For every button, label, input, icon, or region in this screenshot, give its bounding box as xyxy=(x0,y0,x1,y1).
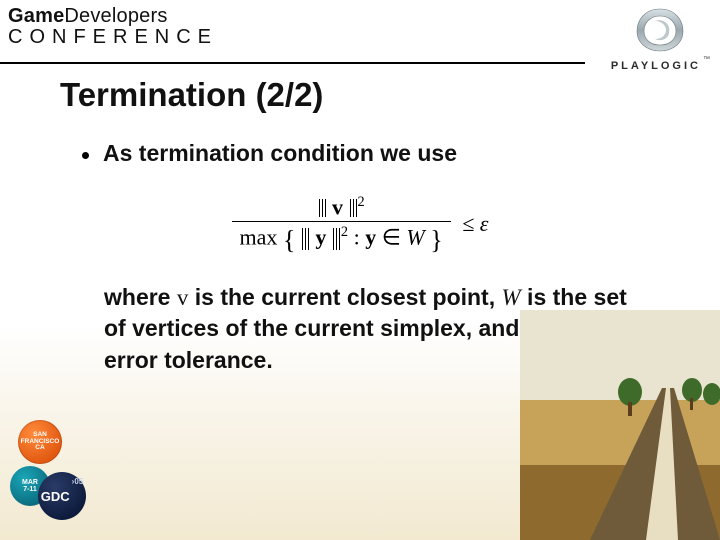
playlogic-word: PLAYLOGIC xyxy=(611,60,701,72)
badge-gdc-text: GDC xyxy=(41,490,70,503)
norm-bar-icon xyxy=(336,228,340,250)
left-brace-icon: { xyxy=(283,226,295,255)
slide-title: Termination (2/2) xyxy=(60,76,660,114)
numerator: v 2 xyxy=(232,195,451,222)
norm-bar-icon xyxy=(322,199,326,217)
conference-badges: SAN FRANCISCO CA MAR 7-11 GDC ›05 xyxy=(10,420,88,530)
max-label: max xyxy=(240,225,278,250)
leq-symbol: ≤ xyxy=(462,211,480,236)
denominator: max { y 2 : y ∈ W } xyxy=(232,222,451,253)
gdc-logo-line1: GameDevelopers xyxy=(8,6,218,27)
road-scene-icon xyxy=(520,310,720,540)
badge-year: ›05 xyxy=(72,478,84,486)
exponent-2: 2 xyxy=(358,194,365,210)
bullet-dot-icon xyxy=(82,152,89,159)
relation-and-epsilon: ≤ ε xyxy=(462,213,488,235)
formula-set-W: W xyxy=(406,225,424,250)
norm-bar-icon xyxy=(353,199,357,217)
formula-v: v xyxy=(332,194,343,219)
playlogic-text: PLAYLOGIC™ xyxy=(611,56,710,74)
exponent-2b: 2 xyxy=(341,224,348,240)
badge-days: 7-11 xyxy=(23,486,37,493)
fraction: v 2 max { y 2 : y ∈ W } xyxy=(232,195,451,254)
bullet-item: As termination condition we use xyxy=(60,140,660,167)
playlogic-mark-icon xyxy=(633,6,687,54)
epsilon-symbol: ε xyxy=(480,211,489,236)
playlogic-logo: PLAYLOGIC™ xyxy=(611,6,710,74)
colon-sep: : xyxy=(354,225,366,250)
sym-W: W xyxy=(502,285,521,310)
formula: v 2 max { y 2 : y ∈ W } ≤ ε xyxy=(232,195,489,254)
gdc-logo: GameDevelopers Conference xyxy=(8,6,218,48)
member-of: ∈ xyxy=(382,225,407,250)
gdc-word-developers: Developers xyxy=(64,5,167,27)
badge-gdc: GDC ›05 xyxy=(38,472,86,520)
norm-bar-icon xyxy=(305,228,309,250)
trademark-symbol: ™ xyxy=(703,56,710,63)
sym-v: v xyxy=(177,285,189,310)
para-text: where xyxy=(104,284,177,310)
para-text: is the current closest point, xyxy=(188,284,501,310)
formula-block: v 2 max { y 2 : y ∈ W } ≤ ε xyxy=(60,195,660,254)
formula-y: y xyxy=(315,225,326,250)
gdc-logo-line2: Conference xyxy=(8,27,218,48)
header-rule xyxy=(0,62,585,64)
header-bar: GameDevelopers Conference PLAYLOGIC™ xyxy=(0,0,720,62)
formula-y2: y xyxy=(365,225,376,250)
right-brace-icon: } xyxy=(430,226,442,255)
badge-ca: CA xyxy=(35,445,44,452)
bullet-text: As termination condition we use xyxy=(103,140,457,167)
gdc-word-game: Game xyxy=(8,5,64,27)
badge-month: MAR xyxy=(22,479,38,486)
badge-location: SAN FRANCISCO CA xyxy=(18,420,62,464)
